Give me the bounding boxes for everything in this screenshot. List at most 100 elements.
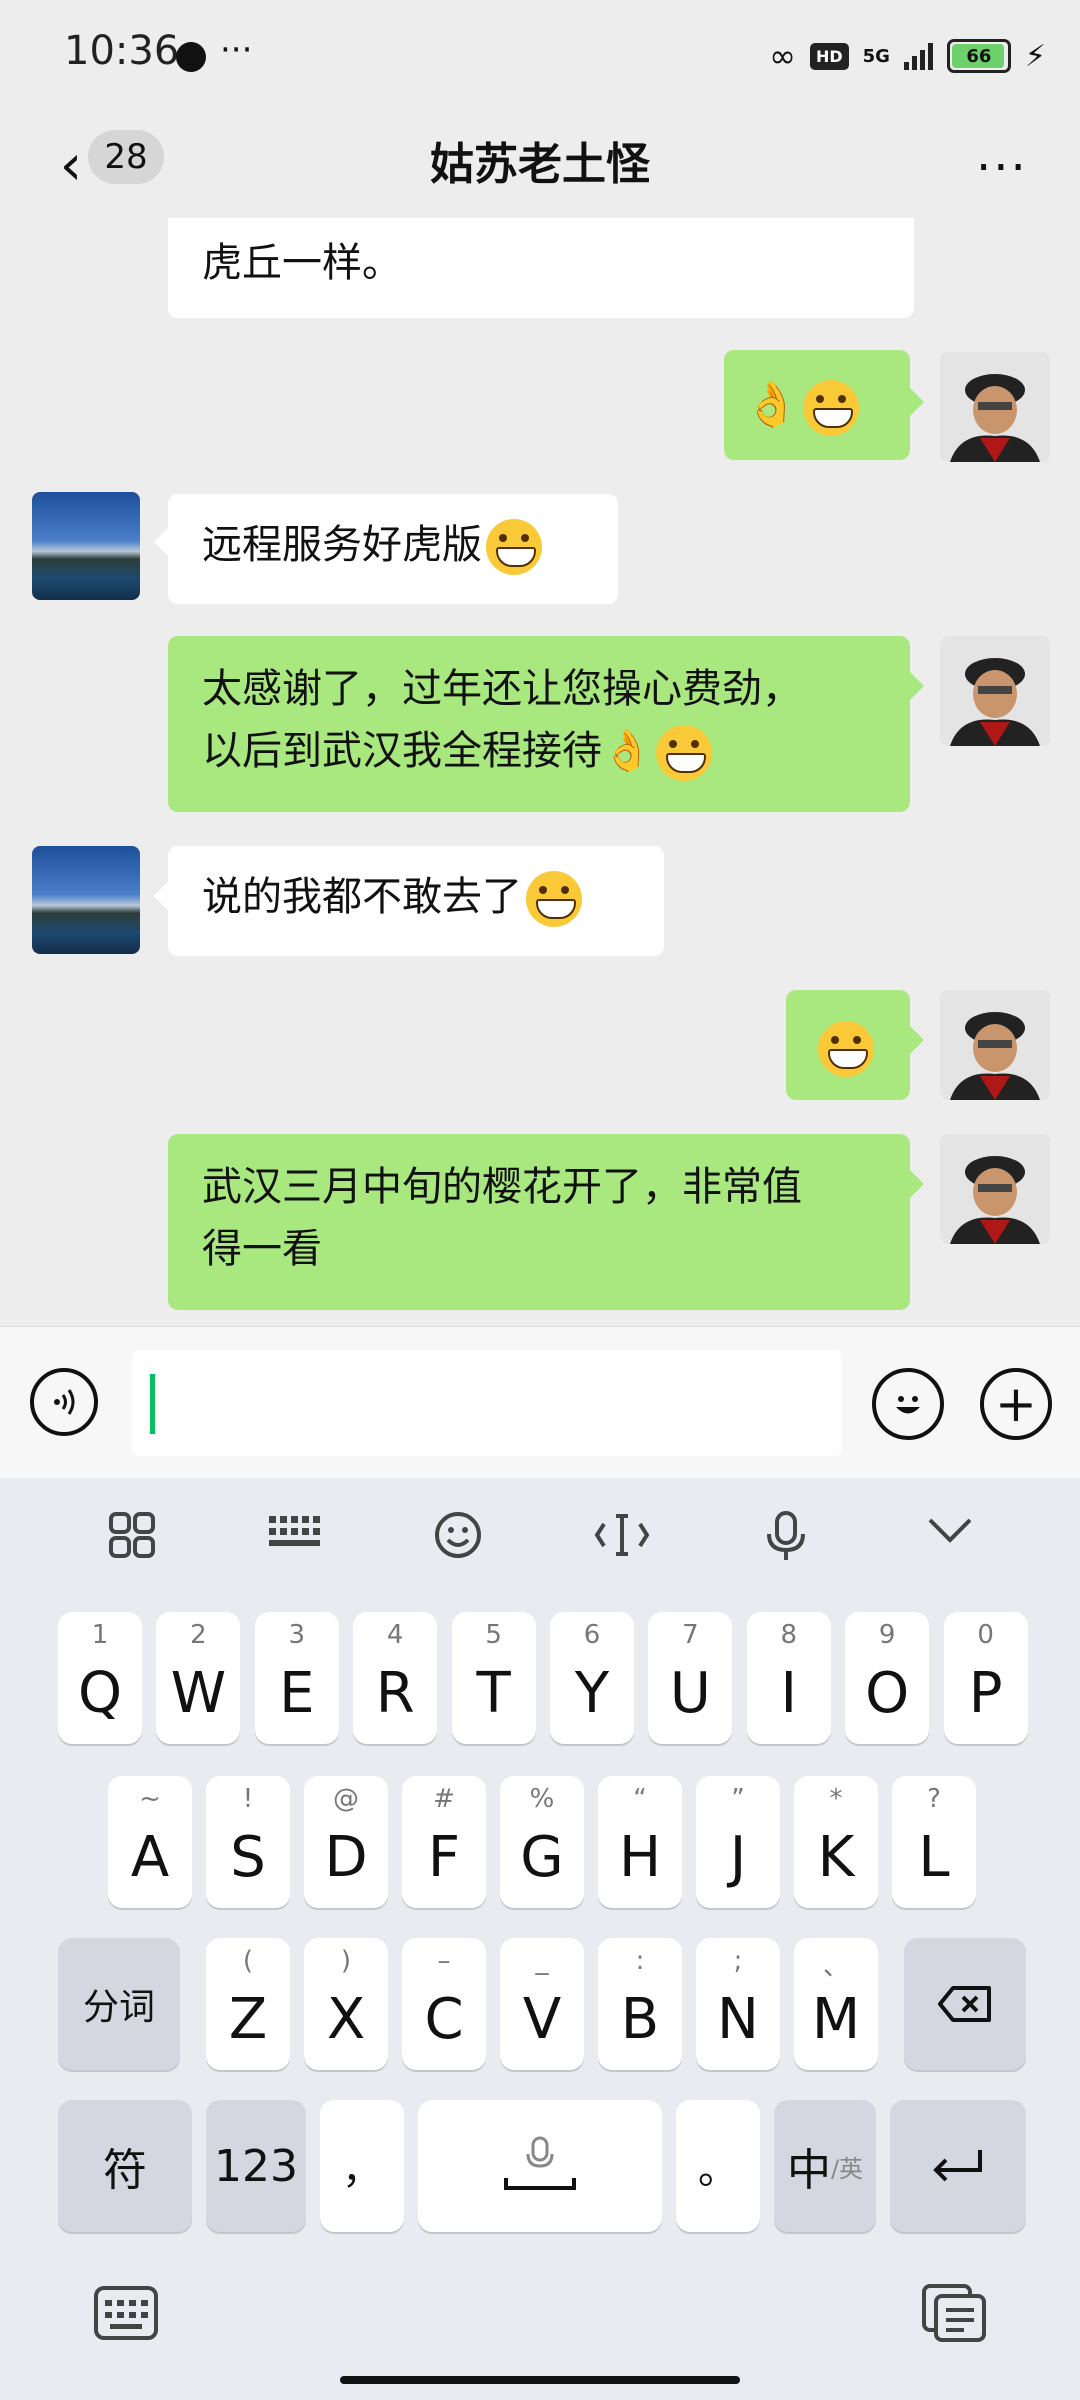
clock-icon <box>176 42 206 72</box>
key-label: K <box>817 1824 855 1890</box>
self-avatar[interactable] <box>940 352 1050 462</box>
message-text-line1: 武汉三月中旬的樱花开了，非常值 <box>202 1164 802 1210</box>
key-z[interactable]: (Z <box>206 1938 290 2070</box>
key-label: D <box>324 1824 368 1890</box>
key-label: J <box>729 1824 747 1890</box>
key-y[interactable]: 6Y <box>550 1612 634 1744</box>
message-bubble-sent[interactable]: 👌 <box>724 350 910 460</box>
key-d[interactable]: @ D <box>304 1776 388 1908</box>
key-k[interactable]: * K <box>794 1776 878 1908</box>
clipboard-icon[interactable] <box>920 2282 988 2348</box>
key-o[interactable]: 9O <box>845 1612 930 1744</box>
bubble-tail <box>910 1026 924 1054</box>
message-bubble-received[interactable]: 远程服务好虎版 <box>168 494 618 604</box>
key-label: R <box>375 1660 415 1726</box>
key-i[interactable]: 8I <box>746 1612 831 1744</box>
message-bubble-received[interactable]: 说的我都不敢去了 <box>168 846 664 956</box>
apps-grid-icon[interactable] <box>92 1510 172 1570</box>
contact-avatar[interactable] <box>32 846 140 954</box>
emoji-icon[interactable] <box>418 1510 498 1570</box>
key-symbols[interactable]: 符 <box>58 2100 192 2232</box>
key-en-label: /英 <box>830 2154 864 2183</box>
key-e[interactable]: 3E <box>254 1612 339 1744</box>
message-text-line2: 得一看 <box>202 1226 322 1272</box>
key-t[interactable]: 5T <box>451 1612 536 1744</box>
key-secondary-label: 6 <box>583 1620 601 1650</box>
emoji-button-icon[interactable] <box>872 1368 944 1440</box>
plus-button-icon[interactable]: + <box>980 1368 1052 1440</box>
key-u[interactable]: 7U <box>648 1612 733 1744</box>
collapse-keyboard-icon[interactable] <box>910 1510 990 1560</box>
network-label: 5G <box>862 45 890 67</box>
text-cursor-icon[interactable] <box>582 1510 662 1570</box>
key-a[interactable]: ~ A <box>108 1776 192 1908</box>
keyboard-layout-icon[interactable] <box>254 1510 334 1564</box>
ok-hand-emoji: 👌 <box>744 379 799 430</box>
status-icons: ∞ HD 5G 66 ⚡ <box>769 32 1046 80</box>
key-v[interactable]: _ V <box>500 1938 584 2070</box>
key-label: A <box>130 1824 170 1890</box>
key-b[interactable]: :B <box>598 1938 682 2070</box>
key-enter[interactable] <box>890 2100 1026 2232</box>
key-label: G <box>520 1824 564 1890</box>
key-label: X <box>326 1986 366 2052</box>
key-label: C <box>424 1986 464 2052</box>
key-space[interactable] <box>418 2100 662 2232</box>
self-avatar[interactable] <box>940 1134 1050 1244</box>
key-q[interactable]: 1Q <box>58 1612 142 1744</box>
status-time: 10:36 <box>64 28 180 74</box>
grin-emoji <box>655 725 712 781</box>
key-w[interactable]: 2W <box>156 1612 241 1744</box>
key-secondary-label: _ <box>535 1946 549 1976</box>
key-123[interactable]: 123 <box>206 2100 306 2232</box>
key-language-switch[interactable]: 中/英 <box>774 2100 876 2232</box>
key-r[interactable]: 4R <box>353 1612 438 1744</box>
key-secondary-label: 8 <box>780 1620 798 1650</box>
key-c[interactable]: – C <box>402 1938 486 2070</box>
key-f[interactable]: # F <box>402 1776 486 1908</box>
message-bubble-sent[interactable]: 武汉三月中旬的樱花开了，非常值 得一看 <box>168 1134 910 1310</box>
keyboard-switch-icon[interactable] <box>92 2284 160 2346</box>
battery-icon: 66 <box>946 39 1011 73</box>
key-secondary-label: ( <box>242 1946 254 1976</box>
key-l[interactable]: ? L <box>892 1776 976 1908</box>
self-avatar[interactable] <box>940 990 1050 1100</box>
key-label: E <box>279 1660 315 1726</box>
message-input[interactable] <box>132 1350 842 1456</box>
key-m[interactable]: 、 M <box>794 1938 878 2070</box>
key-label: Y <box>574 1660 610 1726</box>
key-zh-label: 中 <box>786 2145 831 2196</box>
key-h[interactable]: “H <box>598 1776 682 1908</box>
bubble-tail <box>910 388 924 416</box>
key-label: Q <box>77 1660 123 1726</box>
key-secondary-label: 7 <box>682 1620 699 1650</box>
key-j[interactable]: ” J <box>696 1776 780 1908</box>
key-p[interactable]: 0P <box>943 1612 1028 1744</box>
message-bubble-sent[interactable] <box>786 990 910 1100</box>
key-comma[interactable]: ， <box>320 2100 404 2232</box>
key-secondary-label: 2 <box>190 1620 207 1650</box>
key-label: Z <box>228 1986 268 2052</box>
message-bubble-received[interactable]: 虎丘一样。 <box>168 218 914 318</box>
voice-input-icon[interactable] <box>30 1368 98 1436</box>
key-fenci[interactable]: 分词 <box>58 1938 180 2070</box>
message-bubble-sent[interactable]: 太感谢了，过年还让您操心费劲， 以后到武汉我全程接待👌 <box>168 636 910 812</box>
key-backspace[interactable] <box>904 1938 1026 2070</box>
key-secondary-label: 0 <box>977 1620 994 1650</box>
key-period[interactable]: 。 <box>676 2100 760 2232</box>
key-g[interactable]: % G <box>500 1776 584 1908</box>
contact-avatar[interactable] <box>32 492 140 600</box>
microphone-icon[interactable] <box>746 1510 826 1572</box>
message-text: 远程服务好虎版 <box>202 522 482 568</box>
key-s[interactable]: ! S <box>206 1776 290 1908</box>
more-options-icon[interactable]: ··· <box>976 140 1028 196</box>
key-label: M <box>811 1986 861 2052</box>
key-n[interactable]: ; N <box>696 1938 780 2070</box>
key-secondary-label: : <box>635 1946 645 1976</box>
key-x[interactable]: ) X <box>304 1938 388 2070</box>
key-label: F <box>427 1824 461 1890</box>
self-avatar[interactable] <box>940 636 1050 746</box>
home-indicator[interactable] <box>340 2376 740 2384</box>
hd-badge: HD <box>809 42 849 70</box>
key-secondary-label: 3 <box>288 1620 306 1650</box>
